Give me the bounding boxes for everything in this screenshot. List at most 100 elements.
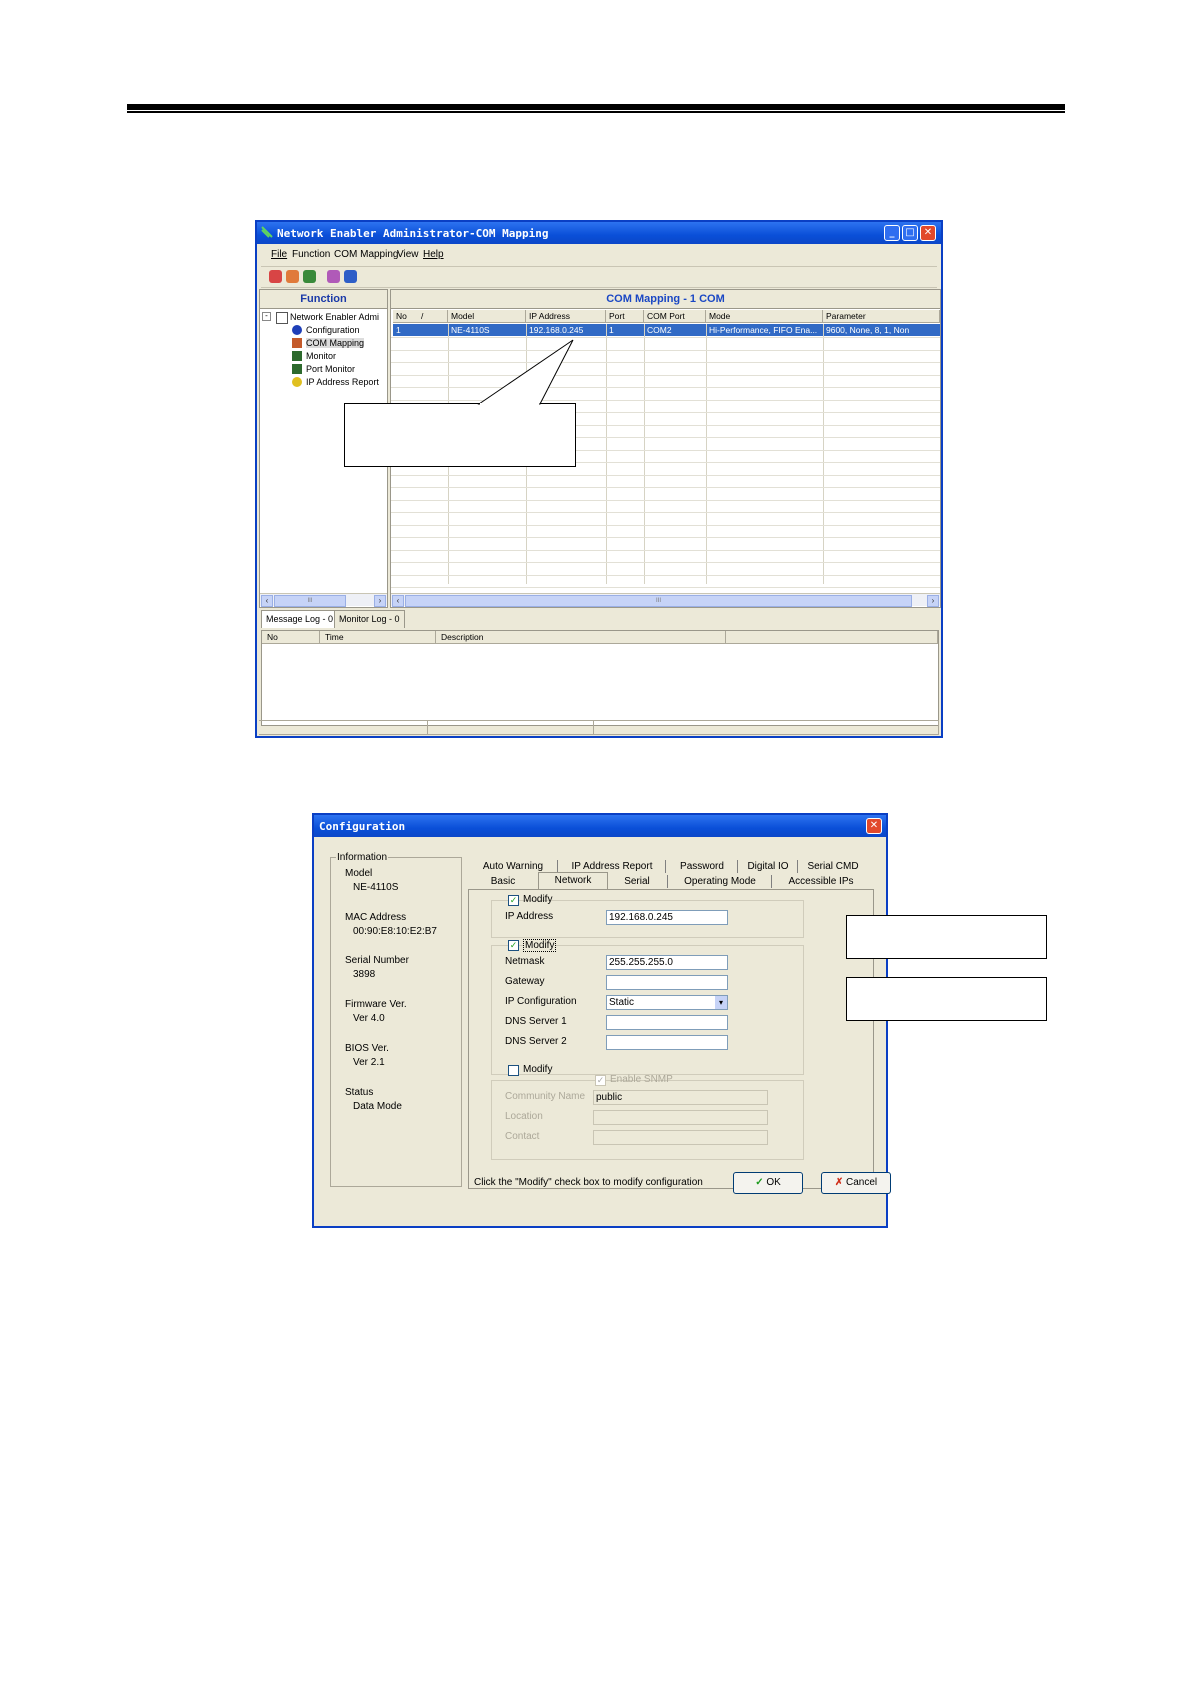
scroll-thumb[interactable]: III <box>274 595 346 607</box>
close-button[interactable]: ✕ <box>866 818 882 834</box>
col-no[interactable]: No / <box>393 310 448 323</box>
cell-ip-address[interactable]: 192.168.0.245 <box>526 324 606 336</box>
col-ip-address[interactable]: IP Address <box>526 310 606 323</box>
cell-com-port[interactable]: COM2 <box>644 324 706 336</box>
title-bar: Network Enabler Administrator-COM Mappin… <box>257 222 941 244</box>
app-icon <box>261 226 273 238</box>
menu-help[interactable]: Help <box>423 249 444 260</box>
grid-line <box>823 324 824 584</box>
scroll-left-arrow[interactable]: ‹ <box>392 595 404 607</box>
tab-monitor-log[interactable]: Monitor Log - 0 <box>334 610 405 628</box>
information-heading: Information <box>336 852 389 863</box>
col-model[interactable]: Model <box>448 310 526 323</box>
gateway-field[interactable] <box>606 975 728 990</box>
ip-address-field[interactable]: 192.168.0.245 <box>606 910 728 925</box>
tab-serial[interactable]: Serial <box>606 874 668 889</box>
tab-network[interactable]: Network <box>538 872 608 890</box>
tab-accessible-ips[interactable]: Accessible IPs <box>772 874 870 889</box>
ip-configuration-select[interactable]: Static <box>606 995 728 1010</box>
settings-icon[interactable] <box>327 270 340 283</box>
community-name-label: Community Name <box>505 1091 586 1102</box>
enable-snmp-label: Enable SNMP <box>610 1074 673 1085</box>
maximize-button[interactable]: □ <box>902 225 918 241</box>
network-enabler-icon <box>276 312 288 324</box>
col-parameter[interactable]: Parameter <box>823 310 940 323</box>
right-horizontal-scrollbar[interactable]: ‹ III › <box>391 593 940 607</box>
log-col-time[interactable]: Time <box>320 631 436 644</box>
tab-basic[interactable]: Basic <box>468 874 538 889</box>
search-network-icon[interactable] <box>269 270 282 283</box>
minimize-button[interactable]: _ <box>884 225 900 241</box>
tab-serial-cmd[interactable]: Serial CMD <box>798 859 868 874</box>
left-horizontal-scrollbar[interactable]: ‹ III › <box>260 593 387 607</box>
log-col-empty <box>726 631 938 644</box>
modify-snmp-checkbox[interactable] <box>508 1065 519 1076</box>
modify-ip-label: Modify <box>523 894 553 905</box>
log-col-description[interactable]: Description <box>436 631 726 644</box>
network-tab-panel: ✓ Modify IP Address 192.168.0.245 ✓ Modi… <box>468 889 874 1189</box>
tree-com-mapping[interactable]: COM Mapping <box>306 338 365 348</box>
netmask-field[interactable]: 255.255.255.0 <box>606 955 728 970</box>
firmware-value: Ver 4.0 <box>353 1013 385 1024</box>
menu-function[interactable]: Function <box>292 249 330 260</box>
cell-port[interactable]: 1 <box>606 324 644 336</box>
about-icon[interactable] <box>344 270 357 283</box>
menu-view[interactable]: View <box>397 249 419 260</box>
tree-port-monitor[interactable]: Port Monitor <box>306 364 355 374</box>
menu-file[interactable]: File <box>271 249 287 260</box>
modify-ip-checkbox[interactable]: ✓ <box>508 895 519 906</box>
tab-password[interactable]: Password <box>666 859 738 874</box>
cell-parameter[interactable]: 9600, None, 8, 1, Non <box>823 324 940 336</box>
close-button[interactable]: ✕ <box>920 225 936 241</box>
dropdown-arrow-icon[interactable]: ▾ <box>715 996 727 1009</box>
cell-model[interactable]: NE-4110S <box>448 324 526 336</box>
tree-monitor[interactable]: Monitor <box>306 351 336 361</box>
community-name-field[interactable]: public <box>593 1090 768 1105</box>
dns-server-2-label: DNS Server 2 <box>505 1036 567 1047</box>
cancel-button[interactable]: ✗ Cancel <box>821 1172 891 1194</box>
tree-root[interactable]: Network Enabler Admi <box>290 312 379 322</box>
scroll-right-arrow[interactable]: › <box>374 595 386 607</box>
scroll-thumb[interactable]: III <box>405 595 912 607</box>
grid-row-line <box>391 487 940 488</box>
log-col-no[interactable]: No <box>262 631 320 644</box>
information-group: Information Model NE-4110S MAC Address 0… <box>330 852 462 1187</box>
tree-configuration[interactable]: Configuration <box>306 325 360 335</box>
firmware-label: Firmware Ver. <box>345 999 407 1010</box>
mac-label: MAC Address <box>345 912 407 923</box>
grid-row-line <box>391 549 940 551</box>
contact-field[interactable] <box>593 1130 768 1145</box>
grid-row-line <box>391 387 940 388</box>
cell-mode[interactable]: Hi-Performance, FIFO Ena... <box>706 324 823 336</box>
scroll-right-arrow[interactable]: › <box>927 595 939 607</box>
ok-button[interactable]: ✓ OK <box>733 1172 803 1194</box>
serial-label: Serial Number <box>345 955 409 966</box>
tab-digital-io[interactable]: Digital IO <box>738 859 798 874</box>
tree-ip-address-report[interactable]: IP Address Report <box>306 377 379 387</box>
sort-indicator: / <box>421 311 424 321</box>
modify-network-checkbox[interactable]: ✓ <box>508 940 519 951</box>
model-label: Model <box>345 868 373 879</box>
location-field[interactable] <box>593 1110 768 1125</box>
refresh-icon[interactable] <box>286 270 299 283</box>
x-icon: ✗ <box>834 1177 844 1188</box>
enable-snmp-checkbox[interactable]: ✓ <box>595 1075 606 1086</box>
cell-no[interactable]: 1 <box>393 324 448 336</box>
com-mapping-icon <box>292 338 302 348</box>
netmask-label: Netmask <box>505 956 545 967</box>
col-port[interactable]: Port <box>606 310 644 323</box>
scroll-left-arrow[interactable]: ‹ <box>261 595 273 607</box>
dns-server-1-field[interactable] <box>606 1015 728 1030</box>
dns-server-2-field[interactable] <box>606 1035 728 1050</box>
hint-text: Click the "Modify" check box to modify c… <box>474 1177 703 1188</box>
col-mode[interactable]: Mode <box>706 310 823 323</box>
location-label: Location <box>505 1111 543 1122</box>
menu-com-mapping[interactable]: COM Mapping <box>334 249 398 260</box>
apply-icon[interactable] <box>303 270 316 283</box>
col-com-port[interactable]: COM Port <box>644 310 706 323</box>
header-rule <box>127 104 1065 110</box>
tab-operating-mode[interactable]: Operating Mode <box>668 874 772 889</box>
collapse-icon[interactable]: - <box>262 312 271 321</box>
tab-message-log[interactable]: Message Log - 0 <box>261 610 339 628</box>
grid-row-line <box>391 587 940 588</box>
